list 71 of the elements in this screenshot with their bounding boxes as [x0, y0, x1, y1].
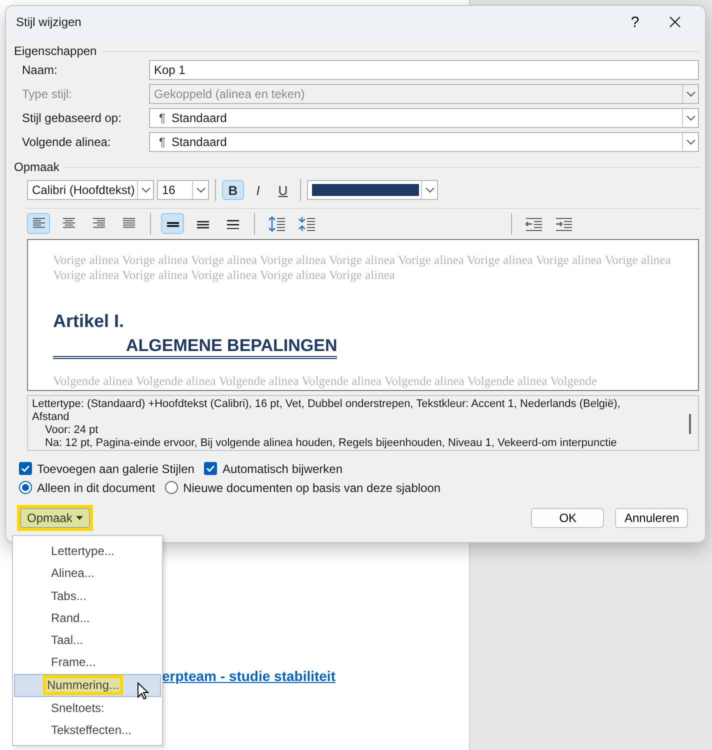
- align-justify-icon: [122, 218, 136, 229]
- chevron-down-icon: [424, 187, 435, 193]
- help-button[interactable]: ?: [615, 7, 655, 37]
- align-left-icon: [32, 218, 46, 229]
- close-icon: [669, 16, 681, 28]
- chevron-down-icon: [140, 187, 150, 193]
- field-label: Type stijl:: [22, 87, 74, 101]
- heading-number: Artikel I.: [53, 311, 126, 332]
- align-right-icon: [92, 218, 106, 229]
- previous-paragraph-text: Vorige alinea Vorige alinea Vorige alinea Vorige alinea Vorige alinea Vorige alinea Vorige alinea Vorige alinea Vorige alinea Vorige alinea Vorige alinea Vorige alinea Vorige alinea Vorige alinea: [53, 253, 672, 283]
- mouse-cursor-icon: [137, 682, 150, 700]
- radio-label: Alleen in dit document: [37, 480, 156, 494]
- field-label: Stijl gebaseerd op:: [22, 111, 122, 125]
- description-line: Na: 12 pt, Pagina-einde ervoor, Bij volgende alinea houden, Regels bijeenhouden, Niveau 1, Vekeerd-om interpunctie: [44, 437, 618, 450]
- color-dropdown[interactable]: [307, 180, 438, 200]
- format-menu-button[interactable]: Opmaak: [20, 508, 90, 528]
- size-dropdown[interactable]: 16: [157, 180, 209, 200]
- paragraph-spacing-decrease-icon: [298, 216, 316, 232]
- menu-item[interactable]: Rand...: [14, 606, 161, 629]
- underline-button[interactable]: U: [272, 180, 294, 200]
- caret-icon: [76, 516, 84, 520]
- radio-button[interactable]: [165, 481, 178, 494]
- document-link[interactable]: erpteam - studie stabiliteit: [162, 668, 336, 684]
- checkbox-label: Toevoegen aan galerie Stijlen: [37, 462, 194, 476]
- field-label: Volgende alinea:: [22, 135, 112, 149]
- pilcrow-icon: ¶: [159, 111, 166, 125]
- paragraph-spacing-increase-icon: [268, 216, 286, 232]
- chevron-down-icon: [196, 187, 206, 193]
- italic-button[interactable]: I: [247, 180, 269, 200]
- description-line: Voor: 24 pt: [44, 424, 100, 437]
- ok-button[interactable]: OK: [531, 508, 604, 528]
- cancel-button[interactable]: Annuleren: [615, 508, 688, 528]
- description-line: Afstand: [32, 411, 70, 424]
- line-spacing-icon: [196, 218, 210, 228]
- field-label: Naam:: [22, 63, 58, 77]
- checkbox[interactable]: [19, 462, 32, 475]
- radio-button[interactable]: [19, 481, 32, 494]
- menu-item[interactable]: Teksteffecten...: [14, 718, 161, 741]
- dropdown-field[interactable]: ¶ Standaard: [149, 132, 699, 152]
- radio-label: Nieuwe documenten op basis van deze sjabloon: [183, 480, 441, 494]
- section-heading: Eigenschappen: [14, 44, 97, 58]
- description-line: Lettertype: (Standaard) +Hoofdtekst (Calibri), 16 pt, Vet, Dubbel onderstrepen, Tekstkleur: Accent 1, Nederlands (België),: [32, 398, 622, 411]
- check-icon: [206, 465, 216, 472]
- menu-item[interactable]: Frame...: [14, 651, 161, 674]
- chevron-down-icon: [686, 139, 696, 145]
- line-spacing-button[interactable]: [161, 213, 184, 234]
- align-center-icon: [62, 218, 76, 229]
- chevron-down-icon: [686, 115, 696, 121]
- font-dropdown[interactable]: Calibri (Hoofdtekst): [27, 180, 154, 200]
- bold-button[interactable]: B: [222, 180, 244, 200]
- section-heading: Opmaak: [14, 160, 60, 174]
- indent-increase-icon: [554, 216, 572, 230]
- menu-item[interactable]: Sneltoets:: [14, 696, 161, 719]
- indent-decrease-icon: [524, 216, 542, 230]
- menu-item[interactable]: Taal...: [14, 629, 161, 652]
- window-title: Stijl wijzigen: [16, 15, 82, 29]
- dropdown-field[interactable]: ¶ Standaard: [149, 108, 699, 128]
- checkbox-label: Automatisch bijwerken: [222, 462, 343, 476]
- menu-item[interactable]: Alinea...: [14, 562, 161, 584]
- line-spacing-icon: [226, 218, 240, 228]
- next-paragraph-text: Volgende alinea Volgende alinea Volgende alinea Volgende alinea Volgende alinea Volgende alinea Volgende: [53, 374, 598, 389]
- menu-item[interactable]: Lettertype...: [14, 540, 161, 562]
- check-icon: [21, 465, 30, 472]
- menu-item[interactable]: Tabs...: [14, 584, 161, 607]
- text-field[interactable]: Kop 1: [149, 60, 699, 80]
- checkbox[interactable]: [204, 462, 218, 475]
- pilcrow-icon: ¶: [159, 135, 166, 149]
- chevron-down-icon: [686, 91, 696, 97]
- heading-title: ALGEMENE BEPALINGEN: [53, 336, 338, 359]
- align-button[interactable]: [27, 213, 50, 234]
- scrollbar-thumb[interactable]: [689, 414, 691, 434]
